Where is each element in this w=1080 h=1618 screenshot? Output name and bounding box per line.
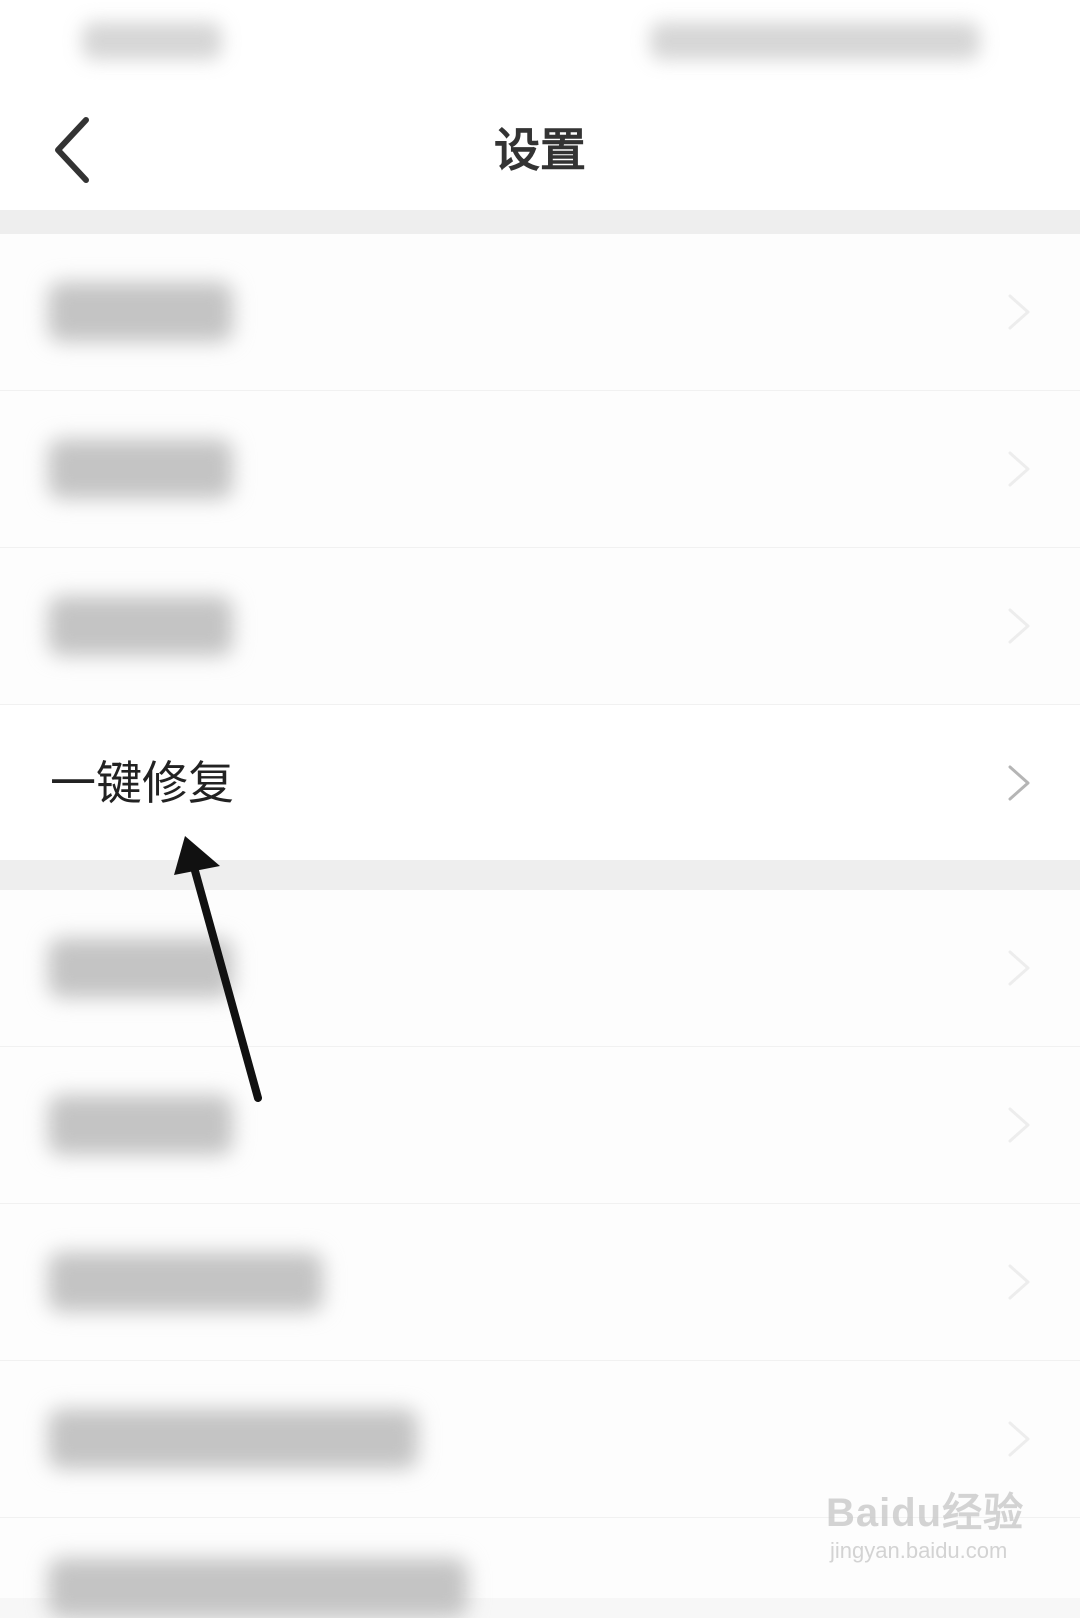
settings-row-blurred-2[interactable] <box>0 391 1080 548</box>
chevron-right-icon <box>1008 765 1030 801</box>
row-label-blurred <box>48 596 233 656</box>
settings-row-blurred-8[interactable] <box>0 1518 1080 1618</box>
chevron-right-icon <box>1008 294 1030 330</box>
chevron-right-icon <box>1008 451 1030 487</box>
row-label-blurred <box>48 1409 418 1469</box>
nav-bar: 设置 <box>0 90 1080 210</box>
section-divider <box>0 860 1080 890</box>
back-button[interactable] <box>40 110 120 190</box>
row-label-blurred <box>48 282 233 342</box>
chevron-left-icon <box>55 117 89 183</box>
chevron-right-icon <box>1008 1107 1030 1143</box>
row-label-blurred <box>48 1095 233 1155</box>
chevron-right-icon <box>1008 608 1030 644</box>
settings-row-blurred-4[interactable] <box>0 890 1080 1047</box>
status-icons-blurred <box>650 22 980 60</box>
settings-row-blurred-1[interactable] <box>0 234 1080 391</box>
settings-row-blurred-3[interactable] <box>0 548 1080 705</box>
chevron-right-icon <box>1008 1264 1030 1300</box>
settings-group-secondary <box>0 890 1080 1618</box>
chevron-right-icon <box>1008 950 1030 986</box>
settings-row-blurred-6[interactable] <box>0 1204 1080 1361</box>
row-label-blurred <box>48 1252 323 1312</box>
settings-row-blurred-5[interactable] <box>0 1047 1080 1204</box>
section-divider <box>0 210 1080 234</box>
chevron-right-icon <box>1008 1421 1030 1457</box>
row-label-blurred <box>48 1558 468 1618</box>
status-time-blurred <box>82 22 222 60</box>
row-label-blurred <box>48 938 233 998</box>
settings-row-blurred-7[interactable] <box>0 1361 1080 1518</box>
settings-row-one-click-repair[interactable]: 一键修复 <box>0 705 1080 861</box>
row-label-one-click-repair: 一键修复 <box>50 756 234 810</box>
page-title: 设置 <box>494 123 586 177</box>
settings-group-primary: 一键修复 <box>0 234 1080 861</box>
status-bar <box>0 0 1080 90</box>
row-label-blurred <box>48 439 233 499</box>
